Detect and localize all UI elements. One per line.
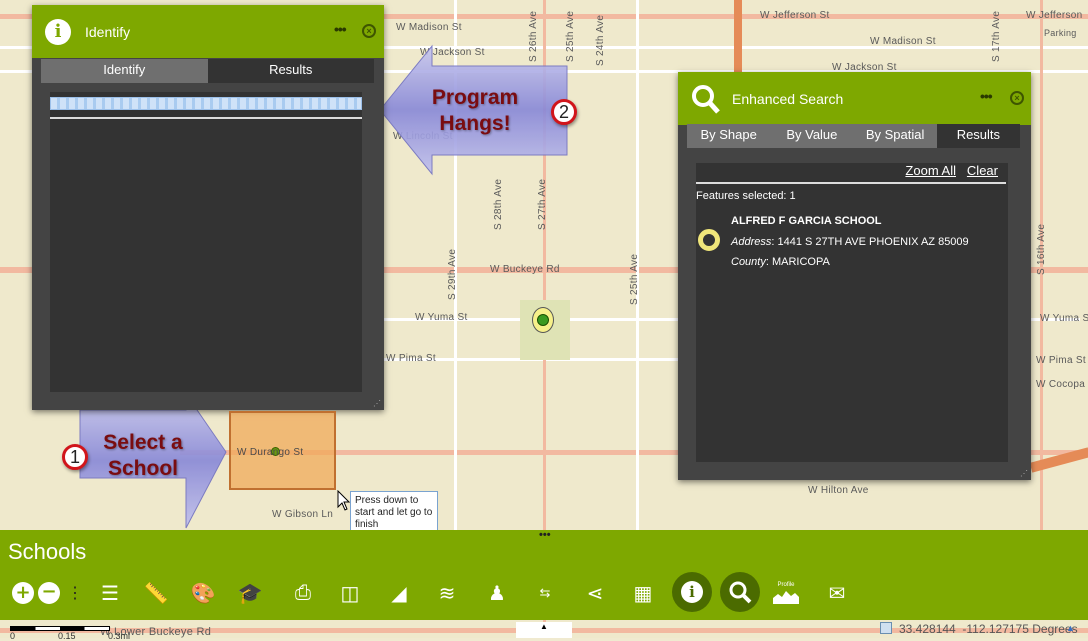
- county-label: County: [731, 256, 766, 268]
- identify-content: [50, 92, 362, 392]
- identify-title: Identify: [85, 24, 131, 40]
- result-marker-icon: [698, 229, 720, 251]
- toolbar-drag-handle[interactable]: •••: [539, 529, 551, 541]
- tab-by-value[interactable]: By Value: [770, 124, 854, 148]
- identify-tool-icon[interactable]: i: [672, 572, 712, 612]
- close-icon[interactable]: ×: [362, 24, 376, 38]
- coordinate-readout: 33.428144 -112.127175 Degrees: [899, 622, 1078, 636]
- more-tools-icon[interactable]: ⋮: [60, 578, 90, 608]
- tab-identify[interactable]: Identify: [41, 59, 208, 83]
- tab-results[interactable]: Results: [936, 124, 1020, 148]
- legend-icon[interactable]: ☰: [95, 578, 125, 608]
- step-badge-1: 1: [62, 444, 88, 470]
- address-value: 1441 S 27TH AVE PHOENIX AZ 85009: [777, 236, 969, 248]
- enhanced-search-tool-icon[interactable]: [720, 572, 760, 612]
- more-menu-icon[interactable]: •••: [980, 88, 993, 104]
- schools-mortarboard-icon[interactable]: 🎓: [235, 578, 265, 608]
- tab-results[interactable]: Results: [207, 59, 374, 83]
- divider: [50, 117, 362, 119]
- layers-icon[interactable]: ≋: [432, 578, 462, 608]
- toolbar-title: Schools: [8, 539, 87, 564]
- scale-label: 0.15: [58, 631, 76, 641]
- share-icon[interactable]: ⋖: [580, 578, 610, 608]
- identify-header[interactable]: i Identify ••• ×: [32, 5, 384, 58]
- county-value: MARICOPA: [771, 256, 830, 268]
- callout-select-school: Select a School: [103, 431, 183, 480]
- divider: [696, 182, 1006, 184]
- enhanced-search-panel: Enhanced Search ••• × By Shape By Value …: [678, 72, 1031, 480]
- loading-progress-bar: [50, 97, 362, 110]
- info-icon: i: [45, 19, 71, 45]
- mailbox-icon[interactable]: ✉: [822, 578, 852, 608]
- results-content: Zoom All Clear Features selected: 1 ALFR…: [696, 163, 1008, 462]
- more-menu-icon[interactable]: •••: [334, 21, 347, 37]
- clear-link[interactable]: Clear: [967, 163, 998, 178]
- step-badge-2: 2: [551, 99, 577, 125]
- swipe-icon[interactable]: ◫: [335, 578, 365, 608]
- search-tabs: By Shape By Value By Spatial Results: [687, 124, 1020, 148]
- features-selected: Features selected: 1: [696, 190, 796, 202]
- search-icon: [692, 85, 720, 114]
- street-label: W Durango St: [237, 447, 304, 458]
- tab-by-shape[interactable]: By Shape: [687, 124, 771, 148]
- dashboard-icon[interactable]: ▦: [628, 578, 658, 608]
- coordinate-icon[interactable]: [880, 622, 892, 634]
- address-label: Address: [731, 236, 772, 248]
- symbology-palette-icon[interactable]: 🎨: [188, 578, 218, 608]
- resize-handle[interactable]: ⋰: [1020, 469, 1028, 478]
- zoom-all-link[interactable]: Zoom All: [905, 163, 956, 178]
- identify-tabs: Identify Results: [41, 59, 374, 83]
- expand-panel-button[interactable]: ▲: [516, 622, 572, 638]
- scale-label: 0.3mi: [108, 631, 131, 641]
- measure-ruler-icon[interactable]: 📏: [141, 578, 171, 608]
- widget-toolbar: ••• Schools + − ⋮ ☰ 📏 🎨 🎓 ⎙ ◫ ◢ ≋ ♟ ⇆ ⋖ …: [0, 529, 1088, 620]
- coordinate-menu-icon[interactable]: ▲: [1066, 623, 1075, 633]
- callout-program-hangs: Program Hangs!: [431, 86, 519, 135]
- resize-handle[interactable]: ⋰: [373, 399, 381, 408]
- print-icon[interactable]: ⎙: [288, 578, 318, 608]
- street-view-icon[interactable]: ♟: [482, 578, 512, 608]
- tab-by-spatial[interactable]: By Spatial: [853, 124, 937, 148]
- directions-icon[interactable]: ⇆: [530, 578, 560, 608]
- result-name: ALFRED F GARCIA SCHOOL: [731, 215, 882, 227]
- identify-panel: i Identify ••• × Identify Results ⋰: [32, 5, 384, 410]
- chart-icon[interactable]: ◢: [384, 578, 414, 608]
- search-title: Enhanced Search: [732, 91, 844, 107]
- profile-icon[interactable]: Profile: [771, 578, 801, 608]
- scale-label: 0: [10, 631, 16, 641]
- close-icon[interactable]: ×: [1010, 91, 1024, 105]
- search-header[interactable]: Enhanced Search ••• ×: [678, 72, 1031, 125]
